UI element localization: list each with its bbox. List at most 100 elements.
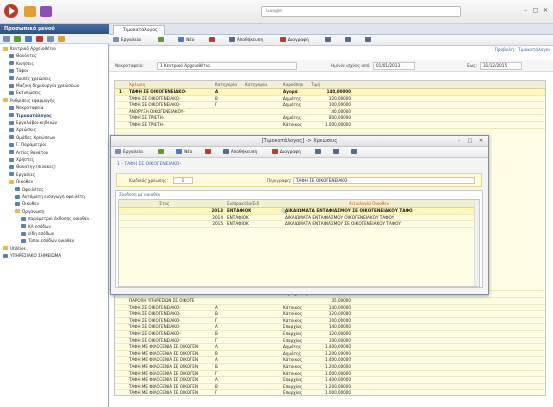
sidebar-item[interactable]: Τάφοι <box>9 67 28 74</box>
table-row[interactable]: ΤΑΦΗ ΣΕ ΟΙΚΟΓΕΝΕΙΑΚΟ- Β Κάτοικος 120,00000 <box>115 311 545 318</box>
linked-grid[interactable]: Έτος Εισπρακτέα/Ειδ Αιτιολογία Οικοθεν 201… <box>118 199 480 287</box>
table-row[interactable]: ΤΑΦΗ ΣΕ ΟΙΚΟΓΕΝΕΙΑΚΟ- Α Επαρχίας 140,00000 <box>115 324 545 331</box>
tools-button[interactable]: Εργαλεία <box>115 148 143 157</box>
table-row[interactable]: ΤΑΦΗ ΜΕ ΦΙΛΟΞΕΝΙΑ ΣΕ ΟΙΚΟΓΕΝ Γ Κάτοικος 1.0… <box>115 371 545 378</box>
table-row[interactable]: ΤΑΦΗ ΜΕ ΦΙΛΟΞΕΝΙΑ ΣΕ ΟΙΚΟΓΕΝ Β Κάτοικος 1.2… <box>115 364 545 371</box>
export-button[interactable] <box>345 36 353 45</box>
sidebar-item[interactable]: Θανόντες <box>9 52 37 59</box>
delete-button[interactable] <box>204 148 213 157</box>
table-row[interactable]: ΤΑΦΗ ΜΕ ΦΙΛΟΞΕΝΙΑ ΣΕ ΟΙΚΟΓΕΝ Α Δημότης 1.40… <box>115 344 545 351</box>
sidebar-item[interactable]: Ρυθμίσεις εφαρμογής <box>3 97 55 104</box>
code-field[interactable]: 1 <box>173 177 193 184</box>
table-row[interactable]: ΤΑΦΗ ΣΕ ΟΙΚΟΓΕΝΕΙΑΚΟ- Β Επαρχίας 120,00000 <box>115 331 545 338</box>
table-row[interactable]: ΤΑΦΗ ΜΕ ΦΙΛΟΞΕΝΙΑ ΣΕ ΟΙΚΟΓΕΝ Γ Επαρχίας 1.0… <box>115 390 545 395</box>
sidebar-item[interactable]: Οφειλέτες <box>15 186 44 193</box>
save-button[interactable]: Αποθήκευση <box>228 36 263 45</box>
table-row[interactable]: ΤΑΦΗ ΣΕ ΟΙΚΟΓΕΝΕΙΑΚΟ- Γ Κάτοικος 100,00000 <box>115 318 545 325</box>
sidebar-item[interactable]: Οικοθεν <box>15 200 39 207</box>
sidebar-item[interactable]: Τύποι εσόδων οικοθεν <box>21 237 74 244</box>
table-row[interactable]: ΤΑΦΗ ΜΕ ΦΙΛΟΞΕΝΙΑ ΣΕ ΟΙΚΟΓΕΝ Α Κάτοικος 1.4… <box>115 357 545 364</box>
sidebar-item[interactable]: παράμετροι έκδοσης οικοθεν <box>21 215 89 222</box>
sidebar-item[interactable]: Ομάδες Χρεώσεων <box>9 134 55 141</box>
linked-grid-column-header[interactable]: Έτος <box>159 200 169 208</box>
sidebar-item[interactable]: ΥΠΗΡΕΣΙΑΚΟ ΣΗΜΕΙΩΜΑ <box>3 252 61 259</box>
delete-icon[interactable] <box>36 36 43 42</box>
linked-grid-column-header[interactable]: Αιτιολογία Οικοθεν <box>349 200 389 208</box>
refresh-button[interactable] <box>158 148 166 157</box>
sidebar-item[interactable]: Κινήσεις <box>9 60 34 67</box>
new-button[interactable]: Νέο <box>178 36 194 45</box>
sidebar-item[interactable]: είδη εσόδων <box>21 230 54 237</box>
sidebar-item[interactable]: Νεκροταφεία <box>9 104 44 111</box>
table-row[interactable]: ΤΑΦΗ ΜΕ ΦΙΛΟΞΕΝΙΑ ΣΕ ΟΙΚΟΓΕΝ Β Δημότης 1.20… <box>115 351 545 358</box>
grid-column-header[interactable]: Χρέωση <box>129 81 215 89</box>
table-row[interactable]: ΤΑΦΗ ΣΕ ΤΡΙΕΤΗ- Δημότης 800,00000 <box>115 115 545 122</box>
sidebar-item[interactable]: Λοιπές χρεώσεις <box>9 75 51 82</box>
table-row[interactable]: ΤΑΦΗ ΜΕ ΦΙΛΟΞΕΝΙΑ ΣΕ ΟΙΚΟΓΕΝ Α Επαρχίας 1.4… <box>115 377 545 384</box>
grid-column-header[interactable]: Κατηγορία <box>215 81 245 89</box>
sidebar-item[interactable]: Εργασίες <box>9 171 35 178</box>
lookup-icon[interactable]: 🔍 <box>281 209 287 215</box>
sidebar-item[interactable]: Θανατηγ.(πινακες) <box>9 163 56 170</box>
sidebar-item[interactable]: Utilities <box>3 245 26 252</box>
date-to-field[interactable]: 31/12/2015 <box>480 62 522 70</box>
table-row[interactable]: ΑΝΟΡΥΞΗ ΟΙΚΟΓΕΝΕΙΑΚΟΥ- 40,00000 <box>115 109 545 116</box>
sidebar-item[interactable]: Κεντρικό Αρχειοθέτιο <box>3 45 56 52</box>
trash-button[interactable]: Διαγραφή <box>279 36 309 45</box>
edit-icon[interactable] <box>47 36 54 42</box>
search-input[interactable] <box>261 6 461 17</box>
sidebar-item[interactable]: Εργολάβοι-κηδειών <box>9 119 57 126</box>
date-from-field[interactable]: 01/01/2013 <box>373 62 415 70</box>
sidebar-item[interactable]: Μαζική δημιουργία χρεώσεων <box>9 82 79 89</box>
table-row[interactable]: ΤΑΦΗ ΣΕ ΟΙΚΟΓΕΝΕΙΑΚΟ- Γ Δημότης 100,00000 <box>115 102 545 109</box>
star-icon[interactable] <box>58 36 65 42</box>
table-row[interactable]: ΤΑΦΗ ΜΕ ΦΙΛΟΞΕΝΙΑ ΣΕ ΟΙΚΟΓΕΝ Β Επαρχίας 1.2… <box>115 384 545 391</box>
settings-button[interactable] <box>351 148 359 157</box>
dialog-minimize-icon[interactable]: – <box>455 138 463 145</box>
print-button[interactable] <box>315 148 323 157</box>
sidebar-item[interactable]: Γ. Παράμετροι <box>9 141 46 148</box>
table-row[interactable]: ΤΑΦΗ ΣΕ ΤΡΙΕΤΗ- Κάτοικος 1.000,00000 <box>115 122 545 129</box>
minimize-icon[interactable]: – <box>521 6 530 15</box>
refresh-icon[interactable] <box>14 36 21 42</box>
cemetery-select[interactable]: 1 Κεντρικό Αρχειοθέτιο <box>157 62 297 70</box>
sidebar-item[interactable]: Οργάνωση <box>15 208 44 215</box>
settings-button[interactable] <box>365 36 373 45</box>
sidebar-item[interactable]: Τιμοκατάλογος <box>9 112 52 119</box>
dialog-close-icon[interactable]: ✕ <box>477 138 485 145</box>
sidebar-item[interactable]: Χρήστες <box>9 156 34 163</box>
grid-column-header[interactable]: Καρκόπηκ <box>283 81 311 89</box>
sidebar-item[interactable]: Οικοθεν <box>9 178 33 185</box>
desc-field[interactable]: ΤΑΦΗ ΣΕ ΟΙΚΟΓΕΝΕΙΑΚΟ- <box>293 177 475 184</box>
home-icon[interactable] <box>24 6 36 17</box>
table-row[interactable]: ΤΑΦΗ ΣΕ ΟΙΚΟΓΕΝΕΙΑΚΟ- Γ Επαρχίας 100,00000 <box>115 338 545 345</box>
table-row[interactable]: ΤΑΦΗ ΣΕ ΟΙΚΟΓΕΝΕΙΑΚΟ- Β Δημότης 120,00000 <box>115 96 545 103</box>
table-row[interactable]: 1 ΤΑΦΗ ΣΕ ΟΙΚΟΓΕΝΕΙΑΚΟ- Α Αγορά 140,00000 <box>115 89 545 96</box>
maximize-icon[interactable]: □ <box>531 6 540 15</box>
sidebar-item[interactable]: Αυτόματη εισαγωγή οφειλέτη <box>15 193 85 200</box>
linked-row[interactable]: 2015 ΕΝΤΑΦΙΟΚ ΔΙΚΑΙΩΜΑΤΑ ΕΝΤΑΦΙΑΣΜΟΥ ΣΕ ΟΙ… <box>119 221 479 228</box>
close-icon[interactable]: ✕ <box>541 6 550 15</box>
sidebar-item[interactable]: Αιτίες θανάτου <box>9 149 48 156</box>
table-row[interactable]: ΤΑΦΗ ΣΕ ΟΙΚΟΓΕΝΕΙΑΚΟ- Α Κάτοικος 140,00000 <box>115 305 545 312</box>
add-icon[interactable] <box>25 36 32 42</box>
grid-column-header[interactable]: Τιμή <box>311 81 351 89</box>
new-button[interactable]: Νέο <box>176 148 192 157</box>
print-button[interactable] <box>325 36 333 45</box>
tab-timokatalogos[interactable]: Τιμοκατάλογος <box>113 25 165 35</box>
save-button[interactable]: Αποθήκευση <box>222 148 257 157</box>
sidebar-item[interactable]: Χρεώσεις <box>9 126 36 133</box>
sidebar-item[interactable]: ΚΑ εσόδων <box>21 223 51 230</box>
linked-grid-column-header[interactable]: Εισπρακτέα/Ειδ <box>227 200 259 208</box>
apps-icon[interactable] <box>40 6 52 17</box>
linked-grid-scrollbar[interactable] <box>474 200 479 286</box>
tools-icon[interactable] <box>3 36 10 42</box>
dialog-maximize-icon[interactable]: □ <box>466 138 474 145</box>
tools-button[interactable]: Εργαλεία <box>113 36 141 45</box>
grid-column-header[interactable]: Κατηγορία <box>245 81 283 89</box>
sidebar-item[interactable]: Εκτυπώσεις <box>9 89 41 96</box>
trash-button[interactable]: Διαγραφή <box>271 148 301 157</box>
table-row[interactable]: ΠΑΡΟΧΗ ΥΠΗΡΕΣΙΩΝ ΣΕ ΟΙΚΟΓΕ 35,00000 <box>115 298 545 305</box>
refresh-button[interactable] <box>158 36 166 45</box>
export-button[interactable] <box>333 148 341 157</box>
